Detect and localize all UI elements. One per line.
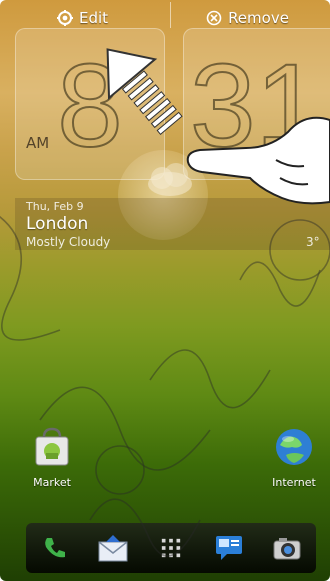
phone-icon	[45, 538, 65, 558]
messages-icon	[216, 536, 242, 560]
remove-icon	[206, 10, 222, 26]
weather-city: London	[26, 214, 89, 234]
remove-label: Remove	[228, 9, 289, 27]
globe-icon	[276, 429, 312, 465]
weather-condition: Mostly Cloudy	[26, 235, 111, 249]
internet-app[interactable]: Internet	[262, 425, 326, 489]
camera-icon	[273, 538, 301, 560]
gear-icon	[56, 10, 73, 26]
weather-temperature: 3°	[306, 235, 320, 249]
clock-ampm: AM	[26, 134, 50, 152]
market-app[interactable]: Market	[22, 425, 82, 489]
clock-minute: 31	[189, 40, 322, 172]
market-label: Market	[33, 476, 71, 489]
internet-label: Internet	[272, 476, 316, 489]
market-bag-icon	[35, 427, 69, 466]
dock-all-apps[interactable]	[150, 528, 192, 568]
home-screen: Edit Remove 8 AM 31 Thu, Feb 9 London Mo…	[0, 0, 330, 581]
cloudy-weather-icon	[148, 163, 192, 196]
apps-grid-icon	[161, 538, 181, 558]
weather-date: Thu, Feb 9	[26, 200, 84, 213]
clock-minute-card[interactable]: 31	[183, 28, 330, 180]
dock-mail[interactable]	[92, 528, 134, 568]
dock-camera[interactable]	[266, 528, 308, 568]
dock-bar	[26, 523, 316, 573]
dock-messages[interactable]	[208, 528, 250, 568]
edit-label: Edit	[78, 9, 109, 27]
mail-icon	[98, 535, 128, 562]
action-divider	[170, 2, 171, 28]
dock-phone[interactable]	[34, 528, 76, 568]
clock-hour-card[interactable]: 8	[15, 28, 165, 180]
